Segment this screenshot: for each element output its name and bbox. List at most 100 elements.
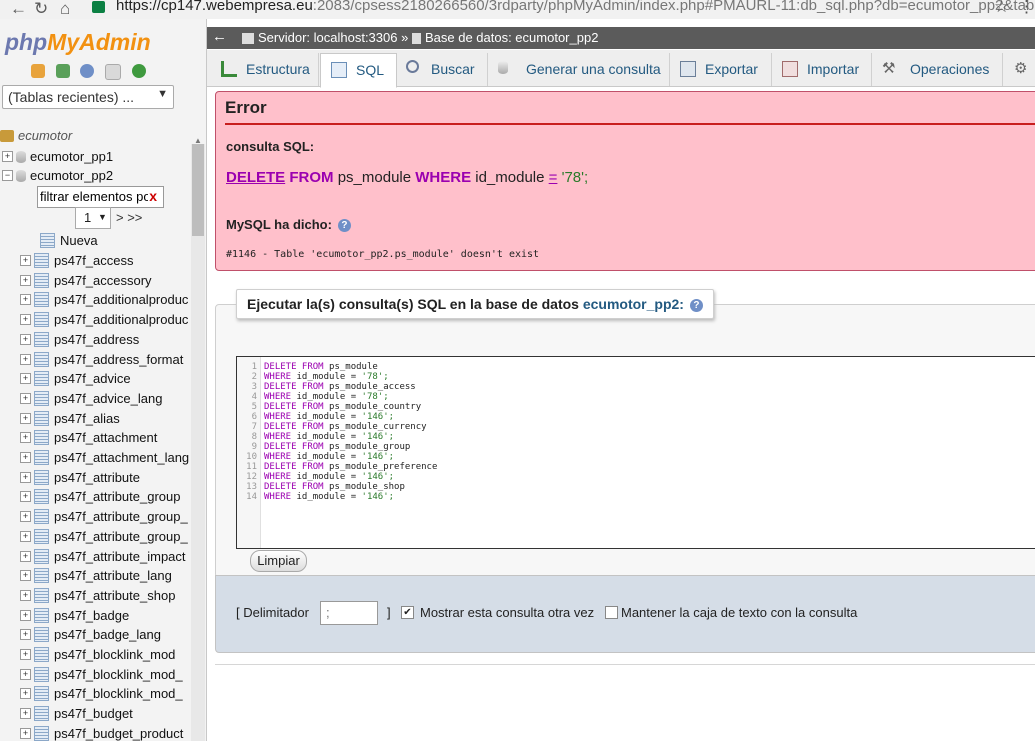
expand-icon[interactable]: + (20, 274, 31, 286)
help-icon[interactable]: ? (689, 298, 703, 312)
sql-line[interactable]: WHERE id_module = '146'; (264, 452, 394, 462)
table-item[interactable]: + ps47f_blocklink_mod_ (20, 666, 183, 684)
back-arrow-icon[interactable]: ← (10, 0, 27, 19)
tab-operations[interactable]: ⚒ Operaciones (872, 53, 1003, 86)
expand-icon[interactable]: + (20, 649, 31, 661)
expand-icon[interactable]: + (20, 491, 31, 503)
table-item[interactable]: + ps47f_attribute_impact (20, 548, 186, 566)
sql-line[interactable]: DELETE FROM ps_module_country (264, 402, 421, 412)
table-item[interactable]: + ps47f_attribute_group_ (20, 528, 188, 546)
table-item[interactable]: + ps47f_address_format (20, 351, 183, 369)
server-group[interactable]: ecumotor (0, 127, 72, 145)
expand-icon[interactable]: + (20, 294, 31, 306)
tab-structure[interactable]: Estructura (211, 53, 319, 86)
tab-search[interactable]: Buscar (396, 53, 488, 86)
table-item[interactable]: + ps47f_badge (20, 607, 129, 625)
scrollbar-thumb[interactable] (192, 144, 204, 236)
expand-icon[interactable]: + (20, 373, 31, 385)
expand-icon[interactable]: + (20, 314, 31, 326)
expand-icon[interactable]: + (20, 570, 31, 582)
sql-line[interactable]: DELETE FROM ps_module_preference (264, 462, 437, 472)
recent-tables-select[interactable]: (Tablas recientes) ... ▼ (2, 85, 174, 109)
table-item[interactable]: + ps47f_budget (20, 705, 133, 723)
table-filter-input[interactable] (38, 187, 148, 205)
expand-icon[interactable]: + (20, 589, 31, 601)
table-item[interactable]: + ps47f_blocklink_mod_ (20, 685, 183, 703)
sql-line[interactable]: DELETE FROM ps_module_shop (264, 482, 405, 492)
collapse-icon[interactable]: − (2, 170, 13, 182)
sql-line[interactable]: WHERE id_module = '146'; (264, 492, 394, 502)
sql-line[interactable]: DELETE FROM ps_module (264, 362, 378, 372)
table-item[interactable]: + ps47f_attribute_shop (20, 587, 175, 605)
tab-query[interactable]: Generar una consulta (488, 53, 670, 86)
expand-icon[interactable]: + (20, 727, 31, 739)
table-item[interactable]: + ps47f_alias (20, 410, 120, 428)
keep-box-label[interactable]: Mantener la caja de texto con la consult… (621, 605, 857, 620)
sql-line[interactable]: WHERE id_module = '146'; (264, 432, 394, 442)
nav-scrollbar[interactable]: ▲ (191, 136, 205, 741)
db-item-ecumotor-pp2[interactable]: − ecumotor_pp2 (2, 167, 113, 185)
expand-icon[interactable]: + (20, 471, 31, 483)
expand-icon[interactable]: + (20, 452, 31, 464)
table-item[interactable]: + ps47f_blocklink_mod (20, 646, 175, 664)
expand-icon[interactable]: + (20, 530, 31, 542)
new-table-item[interactable]: Nueva (40, 232, 98, 250)
table-item[interactable]: + ps47f_additionalproduc (20, 291, 188, 309)
table-item[interactable]: + ps47f_additionalproduc (20, 311, 188, 329)
home-icon[interactable] (31, 64, 45, 78)
tab-import[interactable]: Importar (772, 53, 872, 86)
sql-line[interactable]: WHERE id_module = '146'; (264, 472, 394, 482)
tab-more[interactable]: ⚙ (1004, 53, 1035, 86)
help-icon[interactable] (80, 64, 95, 78)
show-query-checkbox[interactable]: ✔ (401, 606, 414, 619)
table-item[interactable]: + ps47f_attribute_group (20, 488, 180, 506)
table-item[interactable]: + ps47f_attribute_group_ (20, 508, 188, 526)
table-item[interactable]: + ps47f_access (20, 252, 134, 270)
breadcrumb-database[interactable]: Base de datos: ecumotor_pp2 (425, 30, 598, 45)
db-item-ecumotor-pp1[interactable]: + ecumotor_pp1 (2, 148, 113, 166)
expand-icon[interactable]: + (20, 392, 31, 404)
help-icon[interactable]: ? (337, 219, 351, 233)
table-item[interactable]: + ps47f_badge_lang (20, 626, 161, 644)
expand-icon[interactable]: + (20, 550, 31, 562)
table-item[interactable]: + ps47f_address (20, 331, 139, 349)
delimiter-input[interactable]: ; (320, 601, 378, 625)
sql-editor[interactable]: 1 2 3 4 5 6 7 8 9 10 11 12 13 14 DELETE FROM ps_modul… (236, 356, 1035, 549)
legend-database-link[interactable]: ecumotor_pp2: (583, 296, 684, 312)
expand-icon[interactable]: + (20, 668, 31, 680)
show-query-label[interactable]: Mostrar esta consulta otra vez (420, 605, 594, 620)
expand-icon[interactable]: + (20, 511, 31, 523)
table-item[interactable]: + ps47f_advice (20, 370, 131, 388)
sql-line[interactable]: WHERE id_module = '78'; (264, 392, 389, 402)
clear-filter-icon[interactable]: x (149, 188, 157, 204)
table-item[interactable]: + ps47f_attachment_lang (20, 449, 189, 467)
expand-icon[interactable]: + (20, 255, 31, 267)
bookmark-star-icon[interactable]: ☆ (994, 0, 1009, 17)
logout-icon[interactable] (55, 64, 70, 78)
sql-line[interactable]: DELETE FROM ps_module_currency (264, 422, 427, 432)
sql-line[interactable]: WHERE id_module = '78'; (264, 372, 389, 382)
sql-keyword-link[interactable]: DELETE (226, 169, 285, 186)
tab-export[interactable]: Exportar (670, 53, 772, 86)
home-icon[interactable]: ⌂ (60, 0, 70, 19)
page-next-links[interactable]: > >> (116, 210, 142, 225)
expand-icon[interactable]: + (20, 333, 31, 345)
collapse-nav-arrow-icon[interactable]: ← (212, 28, 227, 45)
docs-icon[interactable] (104, 64, 121, 80)
sql-line[interactable]: DELETE FROM ps_module_group (264, 442, 410, 452)
table-item[interactable]: + ps47f_advice_lang (20, 390, 162, 408)
expand-icon[interactable]: + (20, 353, 31, 365)
address-bar[interactable]: https://cp147.webempresa.eu:2083/cpsess2… (86, 0, 1035, 18)
table-item[interactable]: + ps47f_attribute (20, 469, 140, 487)
sql-line[interactable]: WHERE id_module = '146'; (264, 412, 394, 422)
sql-line[interactable]: DELETE FROM ps_module_access (264, 382, 416, 392)
phpmyadmin-logo[interactable]: phpMyAdmin (5, 29, 151, 56)
breadcrumb-server[interactable]: Servidor: localhost:3306 (258, 30, 397, 45)
table-filter-field[interactable]: x (37, 186, 164, 208)
tab-sql[interactable]: SQL (320, 53, 397, 88)
expand-icon[interactable]: + (20, 412, 31, 424)
menu-kebab-icon[interactable]: ⋮ (1018, 0, 1035, 17)
expand-icon[interactable]: + (20, 609, 31, 621)
table-item[interactable]: + ps47f_budget_product (20, 725, 183, 741)
keep-box-checkbox[interactable] (605, 606, 618, 619)
